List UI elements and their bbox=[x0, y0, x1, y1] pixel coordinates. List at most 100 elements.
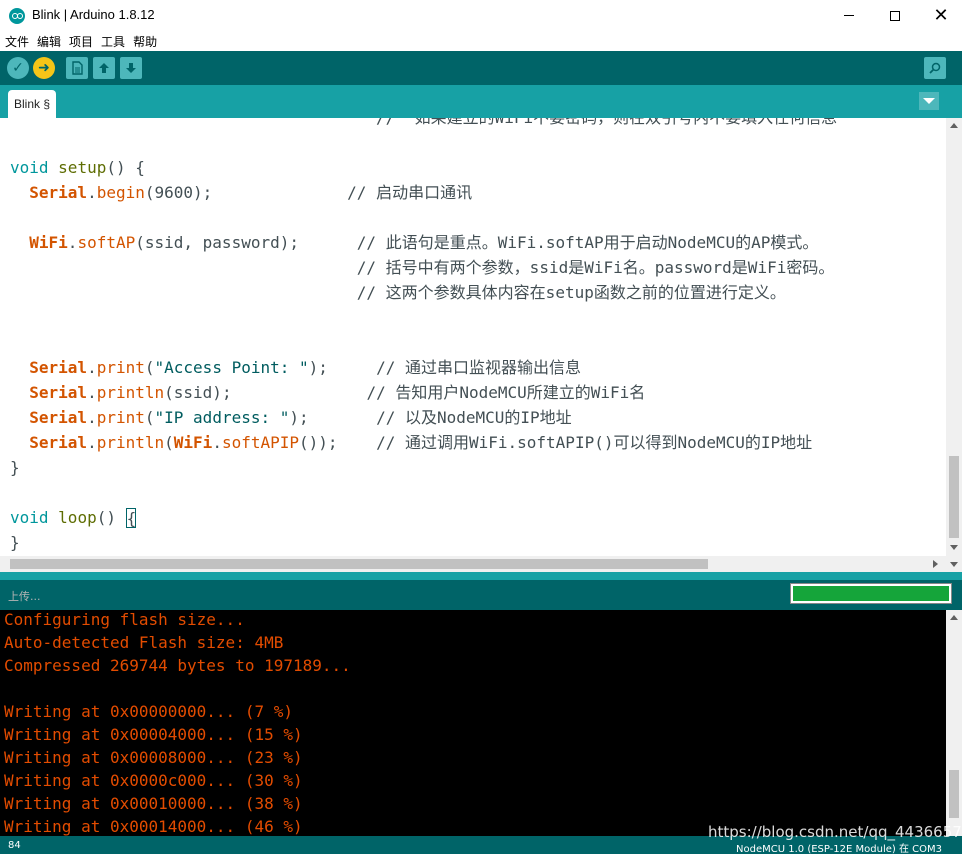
code-line: Serial.begin(9600); // 启动串口通讯 bbox=[10, 183, 472, 208]
tab-menu-button[interactable] bbox=[919, 92, 939, 110]
scroll-up-icon[interactable] bbox=[950, 615, 958, 620]
new-icon bbox=[72, 61, 83, 75]
upload-icon: ➜ bbox=[38, 60, 50, 76]
code-token: // 通过调用WiFi.softAPIP()可以得到NodeMCU的IP地址 bbox=[376, 433, 813, 452]
scroll-down-icon[interactable] bbox=[950, 562, 958, 567]
code-line: // 这两个参数具体内容在setup函数之前的位置进行定义。 bbox=[10, 283, 786, 308]
code-line: // 括号中有两个参数，ssid是WiFi名。password是WiFi密码。 bbox=[10, 258, 835, 283]
code-token: setup bbox=[58, 158, 107, 177]
title-bar: Blink | Arduino 1.8.12 ✕ bbox=[0, 0, 962, 31]
code-token: // 告知用户NodeMCU所建立的WiFi名 bbox=[366, 383, 646, 402]
console-line: Writing at 0x00008000... (23 %) bbox=[4, 748, 303, 767]
console-vertical-scrollbar[interactable] bbox=[946, 610, 962, 836]
maximize-button[interactable] bbox=[872, 0, 918, 31]
code-token: . bbox=[212, 433, 222, 452]
watermark-text: https://blog.csdn.net/qq_4436657 bbox=[708, 823, 962, 841]
code-token: (ssid); bbox=[164, 383, 232, 402]
code-token: ( bbox=[164, 433, 174, 452]
code-token: Serial bbox=[29, 383, 88, 402]
minimize-button[interactable] bbox=[826, 0, 872, 31]
scroll-thumb[interactable] bbox=[10, 559, 708, 569]
menu-help[interactable]: 帮助 bbox=[133, 33, 157, 50]
save-icon bbox=[126, 63, 136, 73]
editor-horizontal-scrollbar[interactable] bbox=[0, 556, 946, 572]
code-token: void bbox=[10, 508, 49, 527]
editor-console-divider[interactable] bbox=[0, 572, 962, 580]
code-editor[interactable]: // 如果建立的WiFi不要密码，则在双引号内不要填入任何信息 void setu… bbox=[0, 118, 946, 556]
maximize-icon bbox=[890, 10, 900, 21]
editor-vertical-scrollbar[interactable] bbox=[946, 118, 962, 556]
code-token: print bbox=[96, 358, 145, 377]
code-token: // 此语句是重点。WiFi.softAP用于启动NodeMCU的AP模式。 bbox=[356, 233, 819, 252]
console-line: Writing at 0x0000c000... (30 %) bbox=[4, 771, 303, 790]
code-token: WiFi bbox=[29, 233, 68, 252]
code-token: ()); bbox=[299, 433, 338, 452]
line-number: 84 bbox=[8, 840, 21, 851]
code-token: () bbox=[96, 508, 126, 527]
scroll-thumb[interactable] bbox=[949, 456, 959, 538]
code-token: "IP address: " bbox=[154, 408, 290, 427]
open-button[interactable] bbox=[93, 57, 115, 79]
scroll-up-icon[interactable] bbox=[950, 123, 958, 128]
code-line: Serial.print("IP address: "); // 以及NodeM… bbox=[10, 408, 571, 433]
scrollbar-corner bbox=[946, 556, 962, 572]
code-token: println bbox=[96, 433, 165, 452]
scroll-thumb[interactable] bbox=[949, 770, 959, 818]
arduino-logo-icon bbox=[9, 8, 25, 24]
upload-progress-bar bbox=[790, 583, 952, 604]
code-token: // 启动串口通讯 bbox=[347, 183, 473, 202]
upload-button[interactable]: ➜ bbox=[33, 57, 55, 79]
code-line: Serial.println(WiFi.softAPIP()); // 通过调用… bbox=[10, 433, 812, 458]
code-line: void setup() { bbox=[10, 158, 145, 183]
save-button[interactable] bbox=[120, 57, 142, 79]
tab-bar: Blink § bbox=[0, 85, 962, 118]
serial-monitor-button[interactable] bbox=[924, 57, 946, 79]
open-icon bbox=[99, 63, 109, 73]
console-line: Writing at 0x00004000... (15 %) bbox=[4, 725, 303, 744]
console-line: Configuring flash size... bbox=[4, 610, 245, 629]
code-token: . bbox=[87, 408, 97, 427]
serial-monitor-icon bbox=[929, 62, 941, 74]
console-output[interactable]: Configuring flash size... Auto-detected F… bbox=[0, 610, 946, 836]
menu-sketch[interactable]: 项目 bbox=[69, 33, 93, 50]
console-line: Writing at 0x00014000... (46 %) bbox=[4, 817, 303, 836]
progress-fill bbox=[793, 586, 949, 601]
menu-file[interactable]: 文件 bbox=[5, 33, 29, 50]
code-token: // 这两个参数具体内容在setup函数之前的位置进行定义。 bbox=[356, 283, 786, 302]
verify-button[interactable]: ✓ bbox=[7, 57, 29, 79]
menu-tools[interactable]: 工具 bbox=[101, 33, 125, 50]
code-token: } bbox=[10, 458, 20, 477]
scroll-down-icon[interactable] bbox=[950, 545, 958, 550]
code-token: begin bbox=[96, 183, 145, 202]
scroll-right-icon[interactable] bbox=[933, 560, 938, 568]
code-token: ( bbox=[144, 358, 155, 377]
code-token: softAPIP bbox=[221, 433, 300, 452]
menu-edit[interactable]: 编辑 bbox=[37, 33, 61, 50]
close-button[interactable]: ✕ bbox=[918, 0, 962, 31]
code-token: print bbox=[96, 408, 145, 427]
menu-bar: 文件 编辑 项目 工具 帮助 bbox=[0, 31, 962, 51]
code-token: . bbox=[87, 383, 97, 402]
tab-blink[interactable]: Blink § bbox=[8, 90, 57, 118]
console-line: Writing at 0x00000000... (7 %) bbox=[4, 702, 293, 721]
code-token: (ssid, password); bbox=[135, 233, 299, 252]
code-line: // 如果建立的WiFi不要密码，则在双引号内不要填入任何信息 bbox=[10, 118, 837, 133]
code-token: . bbox=[87, 433, 97, 452]
code-line: Serial.println(ssid); // 告知用户NodeMCU所建立的… bbox=[10, 383, 645, 408]
code-line: void loop() { bbox=[10, 508, 136, 533]
verify-icon: ✓ bbox=[12, 60, 24, 76]
new-button[interactable] bbox=[66, 57, 88, 79]
code-token: // 通过串口监视器输出信息 bbox=[376, 358, 581, 377]
code-comment: // 如果建立的WiFi不要密码，则在双引号内不要填入任何信息 bbox=[10, 118, 837, 127]
code-token: void bbox=[10, 158, 49, 177]
